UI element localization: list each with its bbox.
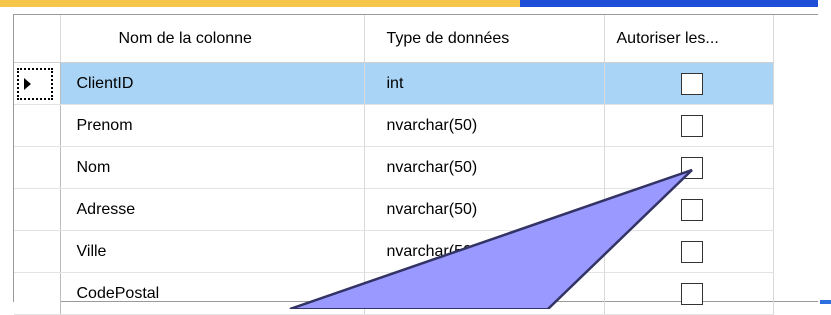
row-selector[interactable] xyxy=(14,104,61,147)
table-row[interactable]: Adresse nvarchar(50) xyxy=(14,188,774,231)
row-selector[interactable] xyxy=(14,62,61,105)
table-row[interactable]: ClientID int xyxy=(14,62,774,105)
column-name-cell[interactable]: Prenom xyxy=(60,104,365,147)
row-selector-header[interactable] xyxy=(14,15,61,63)
allow-nulls-cell[interactable] xyxy=(604,146,774,189)
allow-nulls-cell[interactable] xyxy=(604,62,774,105)
table-row[interactable]: Ville nvarchar(50) xyxy=(14,230,774,273)
row-selector[interactable] xyxy=(14,146,61,189)
data-type-cell[interactable] xyxy=(364,272,605,315)
data-type-cell[interactable]: nvarchar(50) xyxy=(364,104,605,147)
column-name-cell[interactable]: ClientID xyxy=(60,62,365,105)
column-name-cell[interactable]: CodePostal xyxy=(60,272,365,315)
column-name-cell[interactable]: Nom xyxy=(60,146,365,189)
top-accent-band-blue xyxy=(520,0,831,7)
current-row-arrow-icon xyxy=(24,77,31,90)
data-type-cell[interactable]: int xyxy=(364,62,605,105)
top-accent-band-yellow xyxy=(0,0,520,7)
row-selector[interactable] xyxy=(14,230,61,273)
column-name-cell[interactable]: Ville xyxy=(60,230,365,273)
header-row: Nom de la colonne Type de données Autori… xyxy=(14,15,774,63)
data-type-cell[interactable]: nvarchar(50) xyxy=(364,188,605,231)
allow-nulls-cell[interactable] xyxy=(604,230,774,273)
allow-nulls-header[interactable]: Autoriser les... xyxy=(604,15,774,63)
current-row-marker xyxy=(17,67,53,100)
allow-nulls-checkbox[interactable] xyxy=(680,72,703,95)
data-type-cell[interactable]: nvarchar(50) xyxy=(364,146,605,189)
row-selector[interactable] xyxy=(14,272,61,315)
allow-nulls-checkbox[interactable] xyxy=(680,282,703,305)
allow-nulls-cell[interactable] xyxy=(604,272,774,315)
allow-nulls-checkbox[interactable] xyxy=(680,198,703,221)
allow-nulls-cell[interactable] xyxy=(604,188,774,231)
allow-nulls-checkbox[interactable] xyxy=(680,114,703,137)
table-row[interactable]: Prenom nvarchar(50) xyxy=(14,104,774,147)
row-selector[interactable] xyxy=(14,188,61,231)
table-row[interactable]: Nom nvarchar(50) xyxy=(14,146,774,189)
allow-nulls-cell[interactable] xyxy=(604,104,774,147)
data-type-cell[interactable]: nvarchar(50) xyxy=(364,230,605,273)
table-row[interactable]: CodePostal xyxy=(14,272,774,315)
allow-nulls-checkbox[interactable] xyxy=(680,156,703,179)
column-name-cell[interactable]: Adresse xyxy=(60,188,365,231)
data-type-header[interactable]: Type de données xyxy=(364,15,605,63)
right-margin xyxy=(818,0,831,309)
column-definition-table: Nom de la colonne Type de données Autori… xyxy=(14,15,774,315)
allow-nulls-checkbox[interactable] xyxy=(680,240,703,263)
column-name-header[interactable]: Nom de la colonne xyxy=(60,15,365,63)
right-accent-line xyxy=(820,300,831,304)
